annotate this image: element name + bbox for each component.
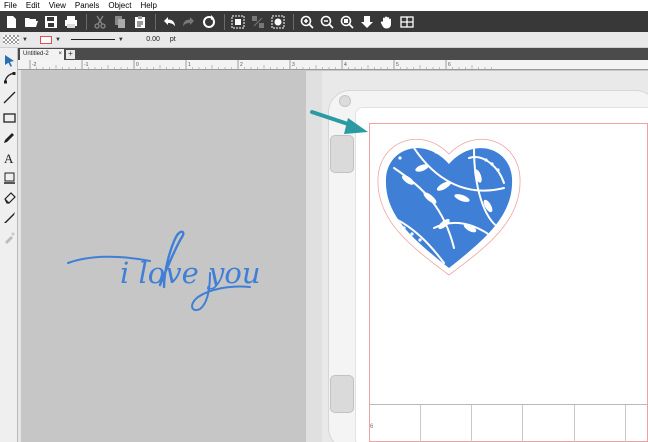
heart-dot <box>496 168 500 172</box>
line-icon[interactable] <box>2 90 16 104</box>
weld-icon[interactable] <box>269 13 287 31</box>
ungroup-icon[interactable] <box>249 13 267 31</box>
fill-pattern-swatch[interactable] <box>3 35 19 44</box>
mat-grid-line <box>625 405 626 442</box>
stroke-color-swatch[interactable] <box>39 35 52 44</box>
ruler-label: 6 <box>448 62 451 68</box>
menu-file[interactable]: File <box>4 0 17 11</box>
document-tab-strip: Untitled-2 × + <box>0 48 648 60</box>
tool-palette: A <box>0 48 18 442</box>
menu-view[interactable]: View <box>49 0 66 11</box>
ruler-label: 0 <box>136 62 139 68</box>
mat-grid-line <box>420 405 421 442</box>
ruler-label: 1 <box>188 62 191 68</box>
menu-help[interactable]: Help <box>140 0 156 11</box>
lettering-text: i love you <box>120 256 261 290</box>
i-love-you-lettering[interactable]: i love you <box>60 225 270 315</box>
copy-icon[interactable] <box>111 13 129 31</box>
mat-grid-line <box>522 405 523 442</box>
toolbar-separator <box>155 13 156 30</box>
trace-icon[interactable] <box>2 170 16 184</box>
menu-bar: File Edit View Panels Object Help <box>0 0 648 11</box>
eraser-icon[interactable] <box>2 190 16 204</box>
stroke-width-field[interactable]: 0.00 <box>138 36 160 43</box>
undo-icon[interactable] <box>160 13 178 31</box>
heart-dot <box>484 158 488 162</box>
mat-clip-bottom <box>330 375 354 413</box>
stroke-width-unit: pt <box>169 36 176 43</box>
heart-dot <box>490 162 494 166</box>
chevron-down-icon[interactable]: ▼ <box>118 37 124 43</box>
chevron-down-icon[interactable]: ▼ <box>22 37 28 43</box>
app-window: File Edit View Panels Object Help ▼ ▼ ▼ … <box>0 0 648 442</box>
knife-icon[interactable] <box>2 210 16 224</box>
heart-dot <box>418 238 422 242</box>
move-down-icon[interactable] <box>358 13 376 31</box>
pan-hand-icon[interactable] <box>378 13 396 31</box>
heart-dot <box>398 156 402 160</box>
rectangle-icon[interactable] <box>2 110 16 124</box>
ruler-label: 3 <box>292 62 295 68</box>
ruler-label: 4 <box>344 62 347 68</box>
mat-grid-line <box>471 405 472 442</box>
heart-design[interactable] <box>374 128 524 278</box>
open-folder-icon[interactable] <box>22 13 40 31</box>
zoom-in-icon[interactable] <box>298 13 316 31</box>
pointer-arrow <box>310 110 368 134</box>
svg-text:A: A <box>4 151 14 164</box>
zoom-out-icon[interactable] <box>318 13 336 31</box>
node-edit-icon[interactable] <box>2 70 16 84</box>
grid-icon[interactable] <box>398 13 416 31</box>
main-toolbar <box>0 11 648 32</box>
menu-edit[interactable]: Edit <box>26 0 40 11</box>
print-icon[interactable] <box>62 13 80 31</box>
group-icon[interactable] <box>229 13 247 31</box>
select-arrow-icon[interactable] <box>2 53 16 67</box>
rotate-icon[interactable] <box>200 13 218 31</box>
tab-label: Untitled-2 <box>23 51 49 57</box>
menu-object[interactable]: Object <box>108 0 131 11</box>
line-style-sample[interactable] <box>70 39 115 40</box>
menu-panels[interactable]: Panels <box>75 0 99 11</box>
paste-icon[interactable] <box>131 13 149 31</box>
new-document-icon[interactable] <box>2 13 20 31</box>
cut-icon[interactable] <box>91 13 109 31</box>
toolbar-separator <box>224 13 225 30</box>
redo-icon[interactable] <box>180 13 198 31</box>
tab-untitled-2[interactable]: Untitled-2 × <box>20 49 64 60</box>
ruler-ticks: -2 -1 0 1 2 3 4 5 6 <box>29 60 492 69</box>
ruler-label: -2 <box>32 62 37 68</box>
chevron-down-icon[interactable]: ▼ <box>55 37 61 43</box>
add-tab-button[interactable]: + <box>66 50 75 59</box>
text-icon[interactable]: A <box>2 150 16 164</box>
horizontal-ruler: -2 -1 0 1 2 3 4 5 6 <box>18 60 648 70</box>
property-bar: ▼ ▼ ▼ 0.00 pt <box>0 32 648 48</box>
ruler-label: 2 <box>240 62 243 68</box>
mat-ruler-number: 6 <box>370 424 374 430</box>
zoom-fit-icon[interactable] <box>338 13 356 31</box>
mat-corner-knob <box>339 95 351 107</box>
pencil-icon[interactable] <box>2 130 16 144</box>
save-icon[interactable] <box>42 13 60 31</box>
close-icon[interactable]: × <box>58 49 62 60</box>
ruler-label: -1 <box>84 62 89 68</box>
mat-clip-top <box>330 135 354 173</box>
mat-grid-ruler <box>369 404 648 442</box>
mat-grid-line <box>574 405 575 442</box>
toolbar-separator <box>86 13 87 30</box>
ruler-label: 5 <box>396 62 399 68</box>
toolbar-separator <box>293 13 294 30</box>
eyedropper-icon[interactable] <box>2 230 16 244</box>
